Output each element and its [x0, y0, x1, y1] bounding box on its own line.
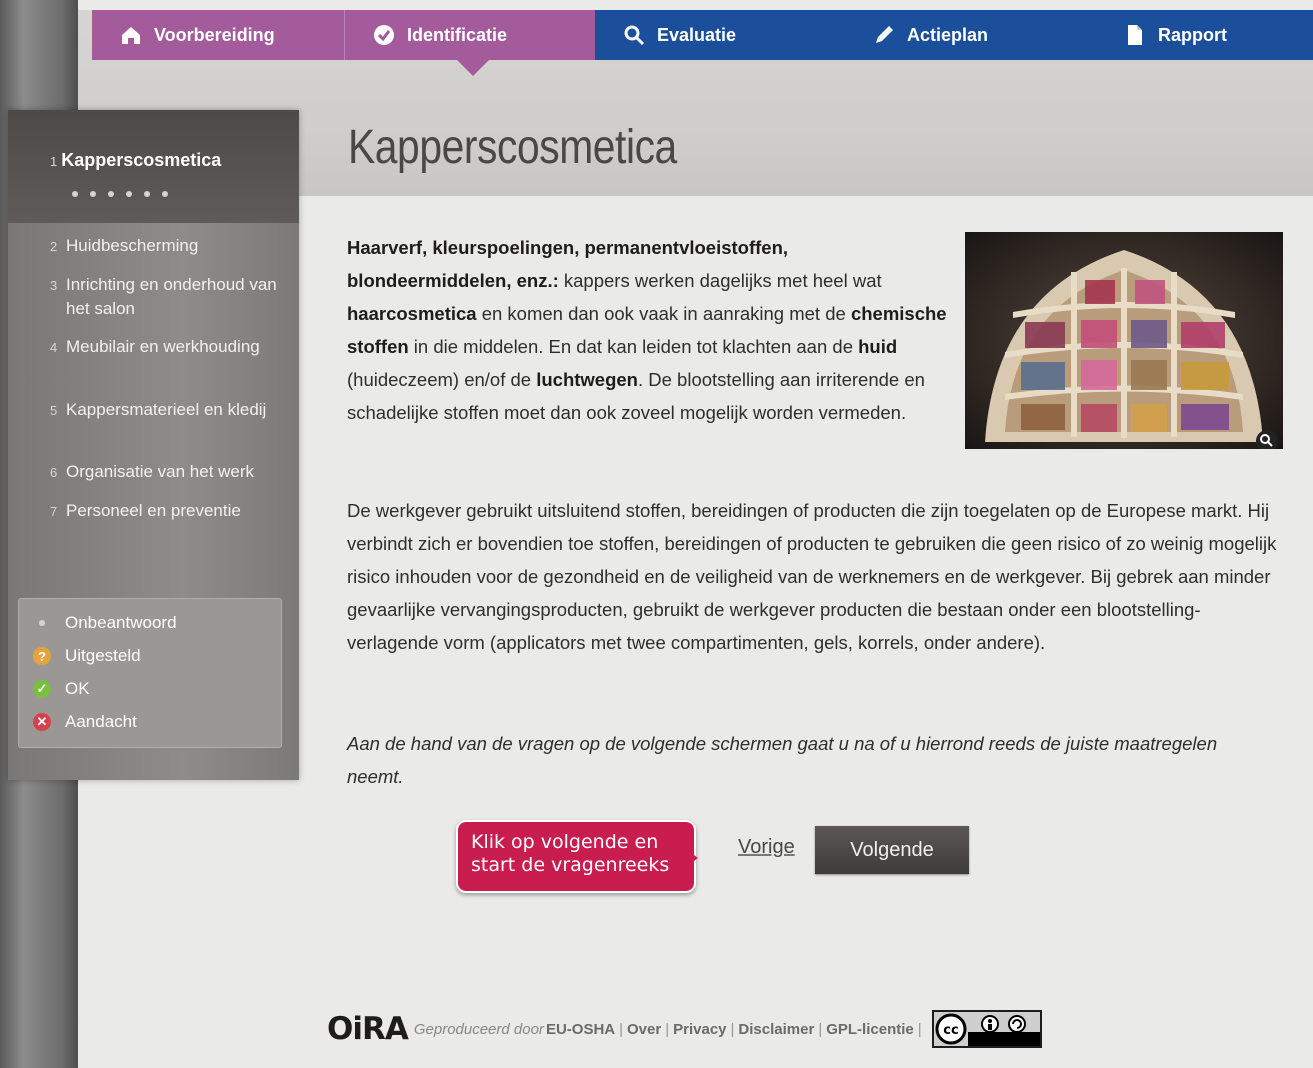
footer-link-disclaimer[interactable]: Disclaimer — [738, 1021, 814, 1038]
tab-voorbereiding[interactable]: Voorbereiding — [92, 10, 345, 60]
sidebar-item-num: 4 — [50, 340, 58, 355]
sidebar-active-label: 1 Kapperscosmetica — [50, 150, 221, 171]
progress-dot[interactable] — [126, 191, 132, 197]
sidebar-item-num: 3 — [50, 278, 58, 293]
creative-commons-badge[interactable]: cc — [931, 1010, 1042, 1048]
separator: | — [917, 1020, 922, 1038]
intro-bold-luchtwegen: luchtwegen — [536, 369, 638, 390]
progress-dot[interactable] — [144, 191, 150, 197]
legend-label: Onbeantwoord — [65, 613, 177, 632]
sidebar-item-num: 2 — [50, 239, 58, 254]
sidebar-item-kappersmaterieel[interactable]: 5 Kappersmaterieel en kledij — [50, 398, 290, 423]
tooltip-callout: Klik op volgende en start de vragenreeks — [456, 820, 696, 893]
check-circle-icon — [373, 24, 395, 46]
bullet-icon — [33, 614, 51, 632]
page-title: Kapperscosmetica — [348, 121, 677, 174]
search-icon — [623, 24, 645, 46]
intro-bold-haarcosmetica: haarcosmetica — [347, 303, 477, 324]
sidebar-item-label: Inrichting en onderhoud van het salon — [66, 275, 277, 318]
cross-icon: ✕ — [33, 713, 51, 731]
sidebar-item-inrichting[interactable]: 3 Inrichting en onderhoud van het salon — [50, 273, 290, 321]
intro-text: kappers werken dagelijks met heel wat — [558, 270, 882, 291]
check-icon: ✓ — [33, 680, 51, 698]
legend-label: Uitgesteld — [65, 646, 141, 665]
footer-link-privacy[interactable]: Privacy — [673, 1021, 726, 1038]
sidebar-item-organisatie[interactable]: 6 Organisatie van het werk — [50, 460, 290, 485]
document-icon — [1124, 24, 1146, 46]
sidebar-item-meubilair[interactable]: 4 Meubilair en werkhouding — [50, 335, 290, 360]
tab-label: Identificatie — [407, 24, 508, 45]
previous-link[interactable]: Vorige — [738, 836, 795, 859]
sidebar-item-num: 7 — [50, 504, 58, 519]
separator: | — [730, 1020, 735, 1038]
salon-shelf-photo[interactable] — [965, 232, 1283, 449]
sidebar-item-label: Personeel en preventie — [66, 501, 241, 520]
pencil-icon — [873, 24, 895, 46]
sidebar-item-label: Kappersmaterieel en kledij — [66, 400, 267, 419]
legend-label: OK — [65, 679, 90, 698]
tab-actieplan[interactable]: Actieplan — [845, 10, 1096, 60]
active-tab-pointer — [457, 60, 489, 76]
legend-label: Aandacht — [65, 712, 137, 731]
sidebar-active-text: Kapperscosmetica — [61, 150, 222, 170]
main-tabs: Voorbereiding Identificatie Evaluatie Ac… — [92, 10, 1313, 76]
next-button[interactable]: Volgende — [815, 826, 969, 874]
question-progress-dots — [72, 191, 168, 197]
legend-postponed: ? Uitgesteld — [33, 646, 141, 666]
footer: OiRA Geproduceerd door EU-OSHA | Over | … — [327, 1010, 1042, 1048]
instruction-paragraph: Aan de hand van de vragen op de volgende… — [347, 733, 1218, 787]
question-icon: ? — [33, 647, 51, 665]
progress-dot[interactable] — [90, 191, 96, 197]
oira-logo[interactable]: OiRA — [327, 1011, 409, 1047]
produced-by-text: Geproduceerd door — [413, 1020, 544, 1038]
tab-identificatie[interactable]: Identificatie — [345, 10, 595, 76]
svg-text:cc: cc — [943, 1023, 958, 1038]
legend-attention: ✕ Aandacht — [33, 712, 137, 732]
tab-rapport[interactable]: Rapport — [1096, 10, 1313, 60]
footer-link-over[interactable]: Over — [627, 1021, 661, 1038]
sidebar-item-personeel[interactable]: 7 Personeel en preventie — [50, 499, 290, 524]
intro-text: in die middelen. En dat kan leiden tot k… — [408, 336, 859, 357]
home-icon — [120, 24, 142, 46]
sidebar-item-label: Meubilair en werkhouding — [66, 337, 260, 356]
sidebar-item-label: Organisatie van het werk — [66, 462, 255, 481]
legend-unanswered: Onbeantwoord — [33, 613, 177, 633]
sidebar-active-num: 1 — [50, 154, 58, 169]
intro-bold-huid: huid — [858, 336, 898, 357]
separator: | — [619, 1020, 624, 1038]
callout-pointer — [682, 846, 698, 870]
employer-paragraph: De werkgever gebruikt uitsluitend stoffe… — [347, 500, 1277, 653]
sidebar-item-active[interactable]: 1 Kapperscosmetica — [8, 110, 299, 223]
sidebar-item-label: Huidbescherming — [66, 236, 199, 255]
separator: | — [818, 1020, 823, 1038]
progress-dot[interactable] — [72, 191, 78, 197]
sidebar-item-num: 5 — [50, 403, 58, 418]
footer-link-gpl[interactable]: GPL-licentie — [826, 1021, 914, 1038]
progress-dot[interactable] — [108, 191, 114, 197]
sidebar-item-num: 6 — [50, 465, 58, 480]
tab-label: Evaluatie — [657, 24, 737, 45]
progress-dot[interactable] — [162, 191, 168, 197]
sidebar-item-huidbescherming[interactable]: 2 Huidbescherming — [50, 234, 290, 259]
legend-ok: ✓ OK — [33, 679, 90, 699]
tab-label: Voorbereiding — [154, 24, 275, 45]
tab-label: Rapport — [1158, 24, 1227, 45]
status-legend: Onbeantwoord ? Uitgesteld ✓ OK ✕ Aandach… — [18, 598, 282, 748]
eu-osha-link[interactable]: EU-OSHA — [546, 1021, 615, 1038]
callout-text: Klik op volgende en start de vragenreeks — [471, 831, 670, 876]
module-sidebar: 1 Kapperscosmetica 2 Huidbescherming 3 Inri… — [8, 110, 299, 780]
intro-text: (huideczeem) en/of de — [347, 369, 537, 390]
tab-label: Actieplan — [907, 24, 989, 45]
separator: | — [665, 1020, 670, 1038]
intro-text: en komen dan ook vaak in aanraking met d… — [476, 303, 851, 324]
intro-paragraph: Haarverf, kleurspoelingen, permanentvloe… — [347, 231, 952, 429]
tab-evaluatie[interactable]: Evaluatie — [595, 10, 845, 60]
